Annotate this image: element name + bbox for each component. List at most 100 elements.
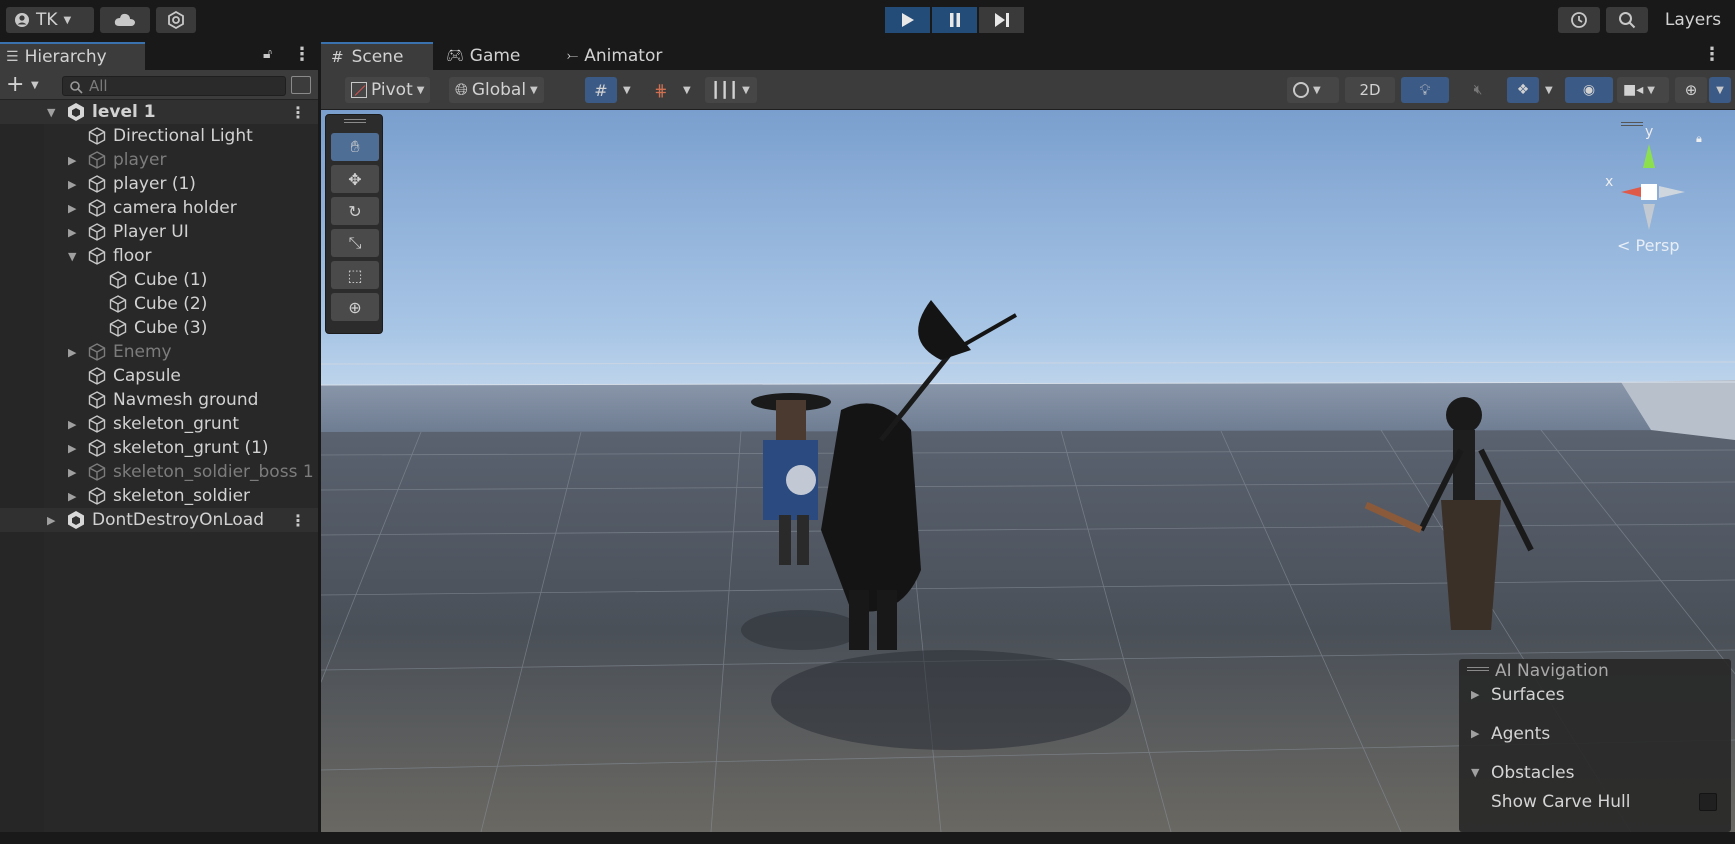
collapsed-arrow-icon[interactable]: ▶ xyxy=(68,490,80,503)
drag-handle-icon[interactable] xyxy=(1467,667,1489,671)
tree-item[interactable]: ▶ skeleton_soldier xyxy=(0,484,318,508)
scale-tool-button[interactable]: ⤡ xyxy=(331,229,379,257)
tab-hierarchy[interactable]: ☰ Hierarchy xyxy=(0,42,145,70)
hand-tool-button[interactable]: ✋︎ xyxy=(331,133,379,161)
draw-mode-dropdown[interactable]: ▼ xyxy=(1287,77,1339,103)
gizmos-toggle[interactable]: ⊕ xyxy=(1675,77,1707,103)
expand-arrow-icon[interactable]: ▼ xyxy=(1471,766,1479,779)
tree-item[interactable]: ▼ floor xyxy=(0,244,318,268)
account-dropdown[interactable]: TK ▼ xyxy=(6,7,94,33)
pause-button[interactable] xyxy=(932,7,977,33)
collapsed-arrow-icon[interactable]: ▶ xyxy=(68,418,80,431)
toggle-2d-button[interactable]: 2D xyxy=(1345,77,1395,103)
search-button[interactable] xyxy=(1606,7,1648,33)
orientation-gizmo[interactable]: 🔒︎ y x < Persp xyxy=(1561,122,1721,272)
scene-row-level-1[interactable]: ▼ level 1 ⋮ xyxy=(0,100,318,124)
tab-label: Game xyxy=(469,46,521,66)
chevron-down-icon[interactable]: ▼ xyxy=(623,85,631,96)
collapsed-arrow-icon[interactable]: ▶ xyxy=(47,514,59,527)
lock-icon[interactable]: 🔓︎ xyxy=(263,46,272,62)
rect-tool-button[interactable]: ⬚ xyxy=(331,261,379,289)
tree-item[interactable]: ▶ skeleton_grunt (1) xyxy=(0,436,318,460)
camera-dropdown[interactable]: ■◂ ▼ xyxy=(1617,77,1669,103)
add-icon[interactable]: + xyxy=(6,72,24,97)
collapsed-arrow-icon[interactable]: ▶ xyxy=(1471,727,1479,740)
tree-item[interactable]: Cube (2) xyxy=(0,292,318,316)
more-options-icon[interactable]: ⋮ xyxy=(1703,44,1721,65)
tree-item[interactable]: ▶ skeleton_grunt xyxy=(0,412,318,436)
hierarchy-panel: ☰ Hierarchy 🔓︎ ⋮ + ▼ All ▼ level 1 ⋮ Dir… xyxy=(0,42,318,832)
collapsed-arrow-icon[interactable]: ▶ xyxy=(68,346,80,359)
transform-tool-button[interactable]: ⊕ xyxy=(331,293,379,321)
collapsed-arrow-icon[interactable]: ▶ xyxy=(68,154,80,167)
more-options-icon[interactable]: ⋮ xyxy=(290,103,306,122)
persp-label[interactable]: < Persp xyxy=(1617,236,1680,255)
ruler-toggle[interactable]: ┃┃┃ ▼ xyxy=(705,77,757,103)
audio-toggle[interactable]: 🔇︎ xyxy=(1455,77,1501,103)
tree-item[interactable]: ▶ Player UI xyxy=(0,220,318,244)
tree-item[interactable]: Cube (3) xyxy=(0,316,318,340)
chevron-down-icon[interactable]: ▼ xyxy=(1545,85,1553,96)
hierarchy-title: Hierarchy xyxy=(24,47,107,67)
chevron-down-icon[interactable]: ▼ xyxy=(683,85,691,96)
scene-visibility-toggle[interactable]: ◉ xyxy=(1565,77,1613,103)
collapsed-arrow-icon[interactable]: ▶ xyxy=(68,466,80,479)
row-label: camera holder xyxy=(113,198,237,218)
row-label: skeleton_soldier_boss 1 xyxy=(113,462,314,482)
tree-item[interactable]: ▶ player xyxy=(0,148,318,172)
drag-handle-icon[interactable] xyxy=(344,119,366,123)
tree-item[interactable]: Cube (1) xyxy=(0,268,318,292)
obstacles-foldout[interactable]: Obstacles xyxy=(1491,763,1575,783)
tree-item[interactable]: ▶ camera holder xyxy=(0,196,318,220)
snap-increment-icon: ⋕ xyxy=(654,80,668,100)
search-icon xyxy=(70,81,83,94)
tree-item[interactable]: ▶ player (1) xyxy=(0,172,318,196)
cloud-button[interactable] xyxy=(100,7,150,33)
collab-button[interactable] xyxy=(156,7,196,33)
scene-row-dontdestroyonload[interactable]: ▶ DontDestroyOnLoad ⋮ xyxy=(0,508,318,532)
row-label: floor xyxy=(113,246,152,266)
expand-arrow-icon[interactable]: ▼ xyxy=(68,250,80,263)
layers-dropdown[interactable]: Layers xyxy=(1654,7,1732,33)
tree-item[interactable]: ▶ Enemy xyxy=(0,340,318,364)
tree-item[interactable]: Capsule xyxy=(0,364,318,388)
expand-arrow-icon[interactable]: ▼ xyxy=(47,106,59,119)
pivot-dropdown[interactable]: Pivot ▼ xyxy=(345,77,431,103)
expand-window-icon[interactable] xyxy=(291,76,311,94)
tree-item[interactable]: Navmesh ground xyxy=(0,388,318,412)
collapsed-arrow-icon[interactable]: ▶ xyxy=(68,178,80,191)
tree-item[interactable]: Directional Light xyxy=(0,124,318,148)
drag-handle-icon[interactable] xyxy=(1621,122,1643,126)
play-button[interactable] xyxy=(885,7,930,33)
rotate-tool-button[interactable]: ↻ xyxy=(331,197,379,225)
move-tool-button[interactable]: ✥ xyxy=(331,165,379,193)
row-label: DontDestroyOnLoad xyxy=(92,510,265,530)
more-options-icon[interactable]: ⋮ xyxy=(290,511,306,530)
tab-scene[interactable]: # Scene xyxy=(321,42,433,70)
bottom-panel-strip xyxy=(0,832,1735,844)
step-button[interactable] xyxy=(979,7,1024,33)
scene-viewport[interactable]: ✋︎ ✥ ↻ ⤡ ⬚ ⊕ 🔒︎ y x < Persp AI Navigatio… xyxy=(321,110,1735,832)
collapsed-arrow-icon[interactable]: ▶ xyxy=(68,226,80,239)
effects-toggle[interactable]: ❖ xyxy=(1507,77,1539,103)
increment-snap-toggle[interactable]: ⋕ xyxy=(645,77,677,103)
collapsed-arrow-icon[interactable]: ▶ xyxy=(68,202,80,215)
history-button[interactable] xyxy=(1558,7,1600,33)
collapsed-arrow-icon[interactable]: ▶ xyxy=(1471,688,1479,701)
global-dropdown[interactable]: 🌐︎ Global ▼ xyxy=(449,77,544,103)
grid-snapping-toggle[interactable]: # xyxy=(585,77,617,103)
tab-animator[interactable]: ⤚ Animator xyxy=(557,42,677,70)
collapsed-arrow-icon[interactable]: ▶ xyxy=(68,442,80,455)
lighting-toggle[interactable]: 💡︎ xyxy=(1401,77,1449,103)
surfaces-foldout[interactable]: Surfaces xyxy=(1491,685,1565,705)
agents-foldout[interactable]: Agents xyxy=(1491,724,1550,744)
tree-item[interactable]: ▶ skeleton_soldier_boss 1 xyxy=(0,460,318,484)
more-options-icon[interactable]: ⋮ xyxy=(293,44,311,65)
account-icon xyxy=(15,13,29,27)
chevron-down-icon: ▼ xyxy=(530,84,538,96)
hierarchy-search-input[interactable]: All xyxy=(62,76,286,96)
tab-game[interactable]: 🎮︎ Game xyxy=(436,42,536,70)
gizmos-dropdown[interactable]: ▼ xyxy=(1709,77,1731,103)
show-carve-hull-checkbox[interactable] xyxy=(1699,793,1717,811)
chevron-down-icon[interactable]: ▼ xyxy=(31,80,39,91)
